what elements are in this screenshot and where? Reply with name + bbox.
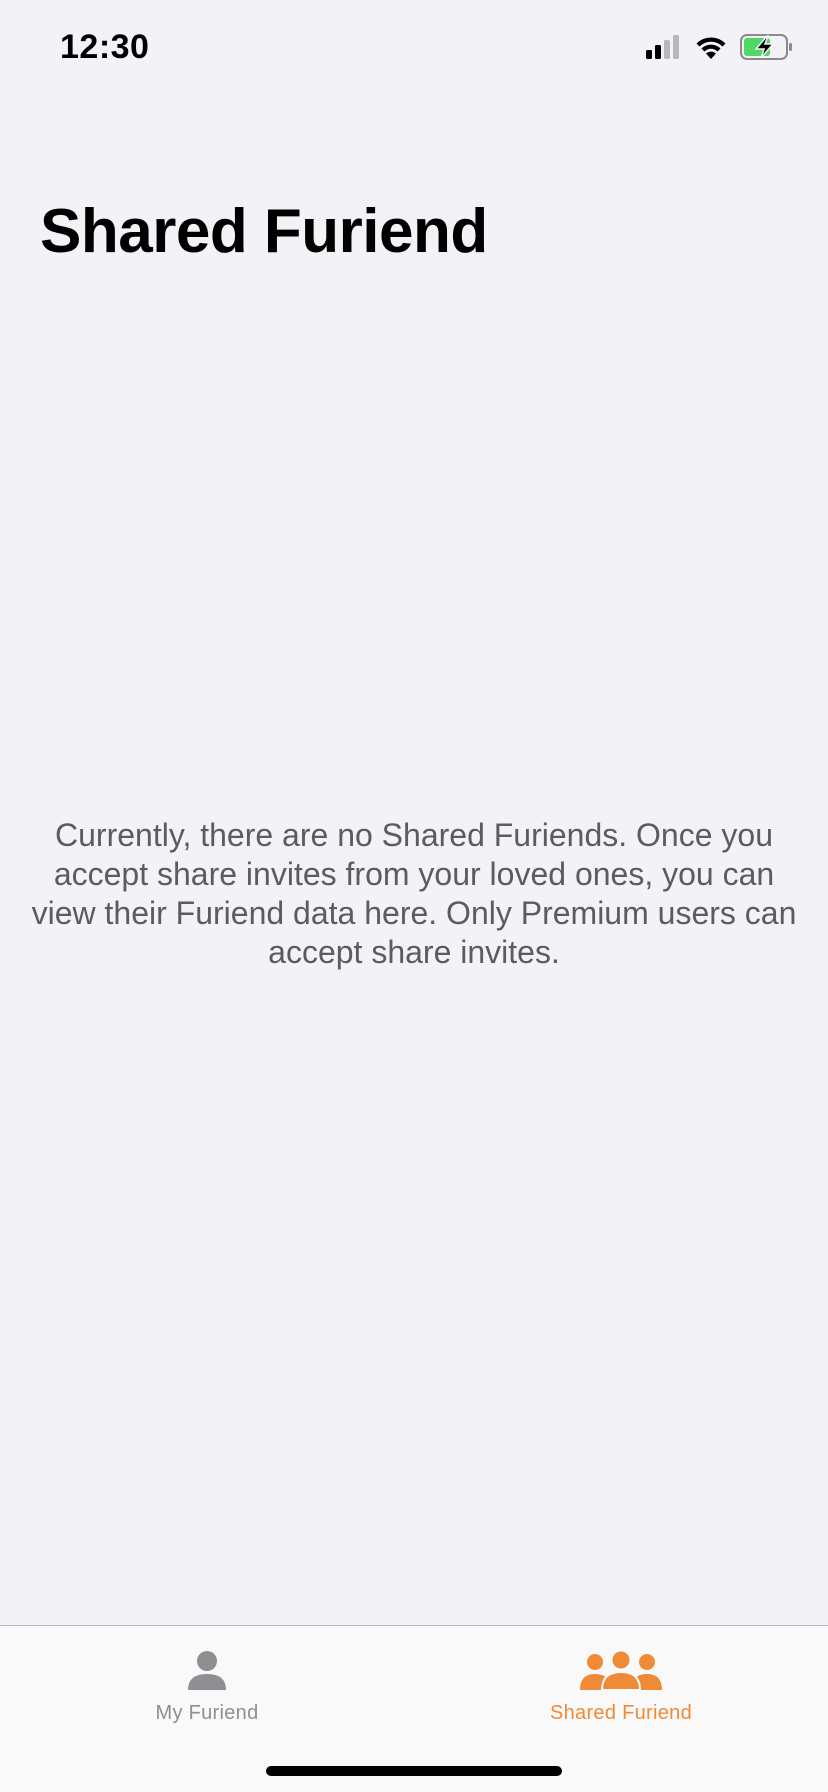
tab-label: My Furiend <box>155 1702 259 1724</box>
home-indicator[interactable] <box>266 1766 562 1776</box>
tab-my-furiend[interactable]: My Furiend <box>0 1626 414 1736</box>
person-icon <box>187 1646 227 1690</box>
tab-label: Shared Furiend <box>549 1702 693 1724</box>
screen: 12:30 Shared Furiend Currently, there ar… <box>0 0 828 1792</box>
cellular-signal-icon <box>646 35 682 64</box>
status-icons <box>646 34 794 65</box>
status-bar: 12:30 <box>0 0 828 100</box>
tab-shared-furiend[interactable]: Shared Furiend <box>414 1626 828 1736</box>
status-time: 12:30 <box>60 28 150 66</box>
battery-charging-icon <box>740 34 794 65</box>
empty-state-message: Currently, there are no Shared Furiends.… <box>31 817 797 970</box>
wifi-icon <box>694 34 728 65</box>
group-icon <box>580 1646 662 1690</box>
page-title: Shared Furiend <box>40 197 488 266</box>
